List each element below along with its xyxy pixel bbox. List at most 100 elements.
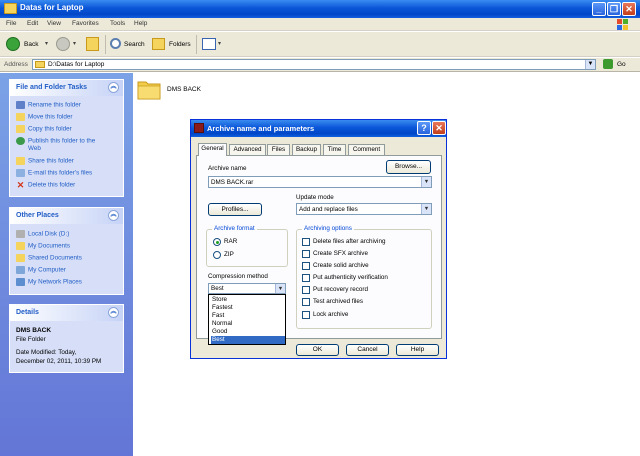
windows-logo-icon <box>617 19 628 30</box>
authenticity-checkbox[interactable] <box>302 274 310 282</box>
panel-title[interactable]: Other Places <box>16 212 59 219</box>
panel-title[interactable]: Details <box>16 309 39 316</box>
rar-label[interactable]: RAR <box>224 238 237 245</box>
panel-header[interactable]: File and Folder Tasks ︽ <box>10 80 123 96</box>
panel-header[interactable]: Details ︽ <box>10 305 123 321</box>
minimize-button[interactable]: _ <box>592 2 606 16</box>
search-label[interactable]: Search <box>124 41 145 48</box>
menu-file[interactable]: File <box>6 20 16 27</box>
folder-icon[interactable] <box>137 78 161 100</box>
cancel-button[interactable]: Cancel <box>346 344 389 356</box>
up-folder-icon[interactable] <box>86 37 99 51</box>
ok-button[interactable]: OK <box>296 344 339 356</box>
test-archived-label[interactable]: Test archived files <box>313 298 363 305</box>
archive-name-value[interactable]: DMS BACK.rar <box>211 179 253 186</box>
views-icon[interactable] <box>202 38 216 50</box>
update-mode-combo[interactable]: Add and replace files ▼ <box>296 203 432 215</box>
address-input[interactable]: D:\Datas for Laptop ▼ <box>32 59 596 70</box>
compression-method-combo[interactable]: Best ▼ <box>208 283 286 294</box>
chevron-down-icon[interactable]: ▼ <box>421 204 431 214</box>
tab-advanced[interactable]: Advanced <box>229 144 266 155</box>
dialog-help-button[interactable]: ? <box>417 121 431 135</box>
create-solid-label[interactable]: Create solid archive <box>313 262 369 269</box>
task-copy-folder[interactable]: Copy this folder <box>16 125 72 136</box>
menu-favorites[interactable]: Favorites <box>72 20 99 27</box>
compression-option-best[interactable]: Best <box>211 336 285 344</box>
folders-icon[interactable] <box>152 38 165 50</box>
create-sfx-checkbox[interactable] <box>302 250 310 258</box>
test-archived-checkbox[interactable] <box>302 298 310 306</box>
lock-archive-checkbox[interactable] <box>302 311 310 319</box>
tab-general[interactable]: General <box>198 143 227 156</box>
recovery-record-checkbox[interactable] <box>302 286 310 294</box>
views-dropdown-icon[interactable]: ▾ <box>218 40 221 47</box>
dialog-close-button[interactable]: ✕ <box>432 121 446 135</box>
address-dropdown-icon[interactable]: ▼ <box>585 60 595 69</box>
task-delete-folder[interactable]: ✕ Delete this folder <box>16 181 76 192</box>
compression-option-good[interactable]: Good <box>211 328 285 336</box>
profiles-button[interactable]: Profiles... <box>208 203 262 216</box>
place-network[interactable]: My Network Places <box>16 278 82 289</box>
zip-label[interactable]: ZIP <box>224 251 234 258</box>
go-arrow-icon[interactable] <box>603 59 613 69</box>
place-my-documents[interactable]: My Documents <box>16 242 70 253</box>
tab-backup[interactable]: Backup <box>292 144 321 155</box>
menu-edit[interactable]: Edit <box>27 20 38 27</box>
collapse-chevron-icon[interactable]: ︽ <box>108 307 119 318</box>
tab-comment[interactable]: Comment <box>348 144 385 155</box>
back-label[interactable]: Back <box>24 41 38 48</box>
folder-icon <box>35 61 45 68</box>
task-share-folder[interactable]: Share this folder <box>16 157 74 168</box>
help-button[interactable]: Help <box>396 344 439 356</box>
compression-option-store[interactable]: Store <box>211 296 285 304</box>
collapse-chevron-icon[interactable]: ︽ <box>108 210 119 221</box>
browse-button[interactable]: Browse... <box>386 160 431 174</box>
compression-option-fast[interactable]: Fast <box>211 312 285 320</box>
compression-option-normal[interactable]: Normal <box>211 320 285 328</box>
compression-dropdown-list[interactable]: Store Fastest Fast Normal Good Best <box>208 294 286 345</box>
compression-option-fastest[interactable]: Fastest <box>211 304 285 312</box>
folder-item-label[interactable]: DMS BACK <box>167 86 201 93</box>
panel-header[interactable]: Other Places ︽ <box>10 208 123 224</box>
folders-label[interactable]: Folders <box>169 41 191 48</box>
close-button[interactable]: ✕ <box>622 2 636 16</box>
create-solid-checkbox[interactable] <box>302 262 310 270</box>
collapse-chevron-icon[interactable]: ︽ <box>108 82 119 93</box>
delete-after-checkbox[interactable] <box>302 238 310 246</box>
back-dropdown-icon[interactable]: ▾ <box>45 40 48 47</box>
menu-help[interactable]: Help <box>134 20 147 27</box>
recovery-record-label[interactable]: Put recovery record <box>313 286 368 293</box>
lock-archive-label[interactable]: Lock archive <box>313 311 348 318</box>
tab-files[interactable]: Files <box>267 144 290 155</box>
panel-title[interactable]: File and Folder Tasks <box>16 84 87 91</box>
go-button[interactable]: Go <box>617 61 626 68</box>
rar-radio[interactable] <box>213 238 221 246</box>
delete-after-label[interactable]: Delete files after archiving <box>313 238 385 245</box>
menu-view[interactable]: View <box>47 20 61 27</box>
forward-arrow-icon[interactable] <box>56 37 70 51</box>
maximize-button[interactable]: ❐ <box>607 2 621 16</box>
chevron-down-icon[interactable]: ▼ <box>275 284 285 293</box>
place-local-disk[interactable]: Local Disk (D:) <box>16 230 69 241</box>
dialog-title-bar[interactable]: Archive name and parameters ? ✕ <box>191 120 446 137</box>
compression-method-value[interactable]: Best <box>211 285 224 292</box>
window-title-bar[interactable]: Datas for Laptop _ ❐ ✕ <box>0 0 640 18</box>
authenticity-label[interactable]: Put authenticity verification <box>313 274 388 281</box>
tab-time[interactable]: Time <box>323 144 346 155</box>
menu-tools[interactable]: Tools <box>110 20 125 27</box>
task-move-folder[interactable]: Move this folder <box>16 113 72 124</box>
task-email-files[interactable]: E-mail this folder's files <box>16 169 92 180</box>
address-value[interactable]: D:\Datas for Laptop <box>48 61 104 68</box>
update-mode-value[interactable]: Add and replace files <box>299 206 358 213</box>
chevron-down-icon[interactable]: ▼ <box>421 177 431 187</box>
search-icon[interactable] <box>110 38 121 49</box>
archive-name-combo[interactable]: DMS BACK.rar ▼ <box>208 176 432 188</box>
task-rename-folder[interactable]: Rename this folder <box>16 101 81 112</box>
zip-radio[interactable] <box>213 251 221 259</box>
task-publish-web-cont[interactable]: Web <box>28 145 41 156</box>
place-my-computer[interactable]: My Computer <box>16 266 66 277</box>
back-arrow-icon[interactable] <box>6 37 20 51</box>
place-shared-documents[interactable]: Shared Documents <box>16 254 82 265</box>
forward-dropdown-icon[interactable]: ▾ <box>73 40 76 47</box>
create-sfx-label[interactable]: Create SFX archive <box>313 250 368 257</box>
